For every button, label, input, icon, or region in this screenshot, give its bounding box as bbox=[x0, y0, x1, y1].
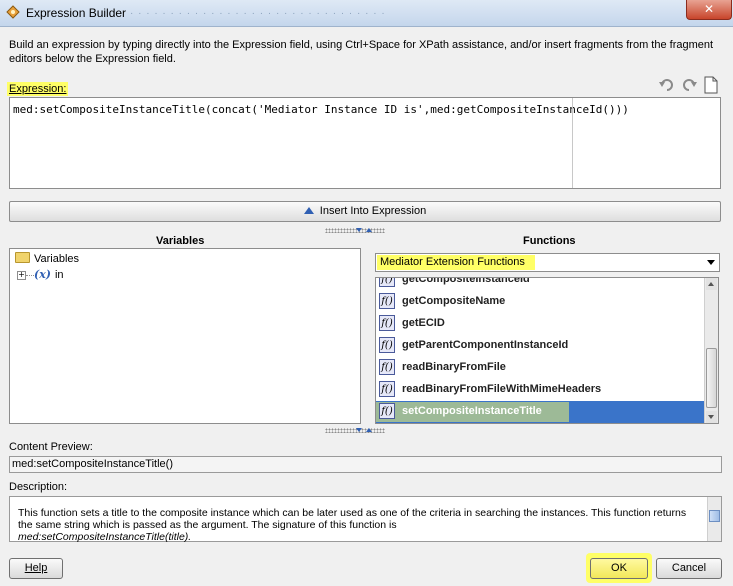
function-icon: f() bbox=[379, 403, 395, 419]
expression-text: med:setCompositeInstanceTitle(concat('Me… bbox=[13, 103, 629, 116]
ok-button-label: OK bbox=[611, 562, 627, 574]
clear-icon[interactable] bbox=[703, 76, 719, 94]
collapse-up-icon[interactable] bbox=[366, 228, 372, 232]
insert-button-label: Insert Into Expression bbox=[319, 205, 427, 217]
redo-icon[interactable] bbox=[680, 76, 698, 94]
scroll-thumb[interactable] bbox=[706, 348, 717, 408]
expression-divider bbox=[572, 98, 573, 188]
tree-node-variables[interactable]: Variables bbox=[15, 252, 79, 265]
variables-header: Variables bbox=[156, 235, 205, 247]
tree-node-label: Variables bbox=[34, 253, 80, 265]
content-preview-field: med:setCompositeInstanceTitle() bbox=[9, 456, 722, 473]
variable-icon: (x) bbox=[34, 268, 51, 281]
functions-header: Functions bbox=[523, 235, 576, 247]
function-item[interactable]: f() readBinaryFromFile bbox=[376, 357, 706, 379]
function-icon: f() bbox=[379, 293, 395, 309]
app-icon bbox=[6, 5, 20, 19]
function-item[interactable]: f() getParentComponentInstanceId bbox=[376, 335, 706, 357]
expression-field[interactable]: med:setCompositeInstanceTitle(concat('Me… bbox=[9, 97, 721, 189]
function-label: getCompositeInstanceId bbox=[402, 277, 530, 285]
window-title: Expression Builder bbox=[26, 6, 127, 20]
function-label: getECID bbox=[402, 317, 445, 329]
description-signature: med:setCompositeInstanceTitle(title). bbox=[18, 531, 192, 543]
variables-tree[interactable]: Variables + (x) in bbox=[9, 248, 361, 424]
function-item[interactable]: f() getCompositeInstanceId bbox=[376, 277, 706, 291]
splitter-grip-bottom[interactable] bbox=[325, 428, 385, 433]
cancel-button[interactable]: Cancel bbox=[656, 558, 722, 579]
chevron-up-icon bbox=[303, 207, 314, 214]
splitter-grip-top[interactable] bbox=[325, 228, 385, 233]
cancel-button-label: Cancel bbox=[671, 562, 707, 574]
collapse-down-icon[interactable] bbox=[356, 428, 362, 432]
insert-into-expression-button[interactable]: Insert Into Expression bbox=[9, 201, 721, 222]
tree-connector bbox=[26, 275, 34, 276]
functions-list[interactable]: f() getCompositeInstanceId f() getCompos… bbox=[375, 277, 719, 424]
function-item-selected[interactable]: f() setCompositeInstanceTitle bbox=[376, 401, 706, 423]
ok-button[interactable]: OK bbox=[590, 558, 648, 579]
function-category-value: Mediator Extension Functions bbox=[377, 255, 535, 270]
function-icon: f() bbox=[379, 337, 395, 353]
collapse-down-icon[interactable] bbox=[356, 228, 362, 232]
function-icon: f() bbox=[379, 381, 395, 397]
function-item[interactable]: f() getCompositeName bbox=[376, 291, 706, 313]
intro-text: Build an expression by typing directly i… bbox=[9, 39, 714, 65]
scroll-up-button[interactable] bbox=[706, 278, 717, 290]
undo-icon[interactable] bbox=[658, 76, 676, 94]
description-body: This function sets a title to the compos… bbox=[18, 507, 687, 531]
function-category-select[interactable]: Mediator Extension Functions bbox=[375, 253, 720, 272]
folder-icon bbox=[15, 252, 30, 263]
expand-icon[interactable]: + bbox=[17, 271, 26, 280]
function-label: readBinaryFromFile bbox=[402, 361, 506, 373]
function-label: getParentComponentInstanceId bbox=[402, 339, 569, 351]
tree-node-label: in bbox=[54, 269, 64, 281]
collapse-up-icon[interactable] bbox=[366, 428, 372, 432]
chevron-down-icon[interactable] bbox=[707, 260, 715, 265]
function-label: getCompositeName bbox=[402, 295, 506, 307]
description-text: This function sets a title to the compos… bbox=[18, 507, 702, 543]
function-icon: f() bbox=[379, 315, 395, 331]
content-preview-label: Content Preview: bbox=[9, 441, 93, 453]
background-window-menu: · · · · · · · · · · · · · · · · · · · · … bbox=[130, 8, 386, 19]
scroll-thumb[interactable] bbox=[709, 510, 720, 522]
close-button[interactable]: ✕ bbox=[686, 0, 732, 20]
function-item[interactable]: f() getECID bbox=[376, 313, 706, 335]
help-button-label: Help bbox=[24, 562, 48, 574]
function-label: readBinaryFromFileWithMimeHeaders bbox=[402, 383, 602, 395]
title-bar: Expression Builder · · · · · · · · · · ·… bbox=[0, 0, 733, 27]
expression-toolbar bbox=[658, 76, 720, 94]
function-label: setCompositeInstanceTitle bbox=[402, 405, 542, 417]
function-item[interactable]: f() readBinaryFromFileWithMimeHeaders bbox=[376, 379, 706, 401]
scroll-down-button[interactable] bbox=[706, 411, 717, 423]
description-label: Description: bbox=[9, 481, 68, 493]
description-scrollbar[interactable] bbox=[707, 497, 721, 541]
description-field: This function sets a title to the compos… bbox=[9, 496, 722, 543]
help-button[interactable]: Help bbox=[9, 558, 63, 579]
expression-label: Expression: bbox=[7, 82, 69, 96]
function-icon: f() bbox=[379, 359, 395, 375]
functions-scrollbar[interactable] bbox=[704, 278, 718, 423]
function-icon: f() bbox=[379, 278, 395, 287]
tree-node-in[interactable]: (x) in bbox=[34, 268, 64, 281]
